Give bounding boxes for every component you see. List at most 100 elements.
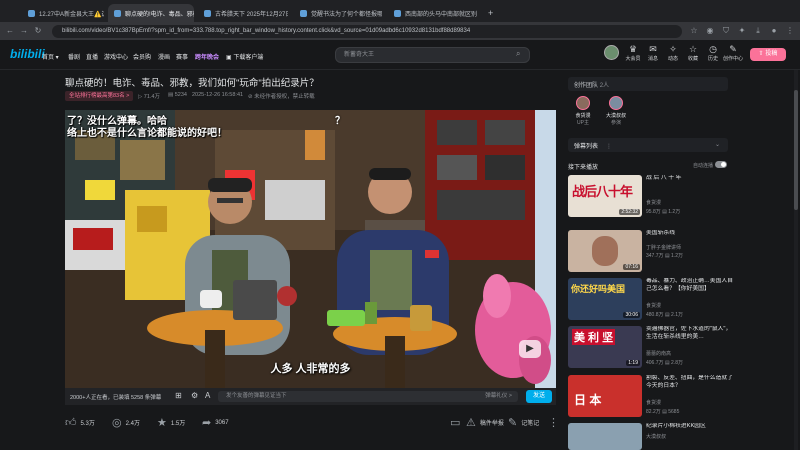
list-item[interactable]: 你还好吗美国 30:06 毒品、暴力、政治正确…美国人自己怎么看？【你好美国】 … — [568, 278, 733, 320]
crew-member[interactable]: 大漠叔叔 参演 — [603, 96, 629, 126]
upload-button[interactable]: ⇧ 投稿 — [750, 48, 786, 61]
danmaku-toggle-icon[interactable]: ⊞ — [175, 391, 182, 400]
dynamic-icon: ✧ — [669, 44, 677, 54]
crew-member[interactable]: 食货漫 UP主 — [570, 96, 596, 126]
view-count: ▷ 71.4万 — [138, 94, 160, 100]
coin-icon: ◎ — [112, 417, 122, 429]
download-icon[interactable]: ⤓ — [752, 25, 764, 37]
coin-button[interactable]: ◎ 2.4万 — [112, 416, 140, 429]
danmaku-list-header[interactable]: 弹幕列表 ⋮ ⌄ — [568, 138, 728, 152]
video-title: 战 后 八 十 年 — [646, 175, 682, 181]
nav-live[interactable]: 直播 — [86, 52, 98, 61]
danmaku-line: ？ — [335, 116, 345, 127]
video-title: 纪录片小棉袄进KK园区 — [646, 423, 706, 429]
danmaku-count: ▤ 5234 — [168, 92, 187, 98]
video-frame — [65, 110, 556, 388]
browser-tab[interactable]: 古希腊天下 2025年12月27日…× — [198, 4, 288, 22]
favorite-button[interactable]: ★ 1.5万 — [157, 416, 185, 429]
list-item[interactable]: 纪录片小棉袄进KK园区 大漠叔叔 — [568, 423, 733, 450]
video-title: 毒品、暴力、政治正确…美国人自己怎么看？【你好美国】 — [646, 278, 733, 292]
header-vip[interactable]: ♛ 大会员 — [622, 44, 644, 62]
list-item[interactable]: 美 利 坚 1:19 卖遍佛器官，佐下水道的"鼠人"，生活在斩杀线里的美… 蕾蕾… — [568, 326, 733, 368]
danmaku-more-icon[interactable]: ⋮ — [606, 144, 612, 150]
puzzle-icon[interactable]: ✦ — [736, 25, 748, 37]
nav-home[interactable]: 首页 ▾ — [42, 52, 59, 61]
video-stats: 480.8万 ▤ 2.1万 — [646, 312, 683, 318]
video-title: 聊点硬的！电诈、毒品、邪教，我们如何"玩命"拍出纪录片？ — [65, 78, 319, 89]
autoplay-label: 自动连播 — [693, 163, 714, 169]
share-icon: ➦ — [202, 417, 212, 429]
browser-tab[interactable]: 12.27中A新金县大王⚠️这是说…× — [22, 4, 104, 22]
header-creator[interactable]: ✎ 创作中心 — [722, 44, 744, 62]
uploader: 食货漫 — [646, 200, 662, 206]
note-icon: ✎ — [508, 417, 518, 429]
new-tab-button[interactable]: + — [482, 4, 496, 22]
header-dynamic[interactable]: ✧ 动态 — [662, 44, 684, 62]
report-button[interactable]: ⚠ 稿件举报 — [466, 416, 504, 429]
browser-tab[interactable]: 觉醒书法为了何个都怪报哪朝代…× — [294, 4, 382, 22]
favicon — [204, 9, 211, 17]
video-subtitle: 人多 人非常的多 — [270, 363, 351, 375]
more-button[interactable]: ⋮ — [548, 416, 559, 429]
profile-icon[interactable]: ● — [768, 25, 780, 37]
forward-icon[interactable]: → — [18, 25, 30, 37]
header-favorite[interactable]: ☆ 收藏 — [682, 44, 704, 62]
reload-icon[interactable]: ↻ — [32, 25, 44, 37]
favicon — [114, 9, 121, 17]
chevron-down-icon[interactable]: ⌄ — [715, 141, 720, 148]
search-input[interactable]: 新蓄奇大王 — [335, 47, 530, 63]
address-bar[interactable]: bilibili.com/video/BV1c387BpEmf/?spm_id_… — [52, 25, 682, 38]
search-icon[interactable]: ⌕ — [516, 49, 520, 59]
bilibili-logo[interactable]: bilibili — [10, 47, 45, 61]
shield-icon[interactable]: ⛉ — [720, 25, 732, 37]
vip-icon: ♛ — [628, 44, 638, 54]
danmaku-settings-icon[interactable]: ⚙ — [191, 391, 198, 400]
nav-manga[interactable]: 漫画 — [158, 52, 170, 61]
browser-tab-active[interactable]: 聊点硬的!电诈、毒品、邪教…× — [108, 4, 194, 22]
video-thumbnail: 美 利 坚 1:19 — [568, 326, 642, 368]
header-history[interactable]: ◷ 历史 — [702, 44, 724, 62]
copyright-notice: ⊘ 未经作者授权，禁止转载 — [248, 94, 315, 100]
rank-badge[interactable]: 全站排行榜最高第83名 > — [65, 91, 134, 101]
tv-icon: ▭ — [450, 417, 461, 429]
favicon — [300, 9, 307, 17]
bookmark-star-icon[interactable]: ☆ — [688, 25, 700, 37]
list-item[interactable]: 07:16 美国斩杀线 丁胖子金牌讲师 347.7万 ▤ 1.2万 — [568, 230, 733, 272]
report-icon: ⚠ — [466, 417, 476, 429]
nav-new-year-gala[interactable]: 跨年晚会 — [195, 52, 219, 61]
scrollbar-thumb[interactable] — [794, 90, 798, 210]
danmaku-line: 络上也不是什么言论都能说的好吧！ — [67, 128, 227, 139]
avatar — [609, 96, 623, 110]
nav-esports[interactable]: 赛事 — [176, 52, 188, 61]
nav-download-client[interactable]: ▣ 下载客户端 — [226, 52, 263, 61]
list-item[interactable]: 日 本 割裂、反差、扭曲，是什么造就了今天的日本？ 食货漫 82.2万 ▤ 56… — [568, 375, 733, 417]
message-icon: ✉ — [649, 44, 657, 54]
danmaku-etiquette-link[interactable]: 弹幕礼仪 > — [485, 391, 512, 402]
extension-icon[interactable]: ◉ — [704, 25, 716, 37]
video-title: 割裂、反差、扭曲，是什么造就了今天的日本？ — [646, 375, 733, 389]
like-button[interactable]: 👍︎ 5.3万 — [65, 416, 95, 429]
nav-mall[interactable]: 会员购 — [133, 52, 151, 61]
nav-anime[interactable]: 番剧 — [68, 52, 80, 61]
send-danmaku-button[interactable]: 发送 — [526, 390, 552, 403]
uploader: 食货漫 — [646, 303, 662, 309]
list-item[interactable]: 战后八十年 2:52:32 战 后 八 十 年 食货漫 95.8万 ▤ 1.2万 — [568, 175, 733, 217]
more-icon: ⋮ — [548, 417, 559, 429]
autoplay-toggle[interactable] — [715, 161, 727, 168]
video-player[interactable]: 了？没什么弹幕。哈哈 络上也不是什么言论都能说的好吧！ ？ 人多 人非常的多 ▶ — [65, 110, 556, 388]
note-button[interactable]: ✎ 记笔记 — [508, 416, 539, 429]
share-button[interactable]: ➦ 3067 — [202, 416, 229, 429]
nav-game-center[interactable]: 游戏中心 — [104, 52, 128, 61]
back-icon[interactable]: ← — [4, 25, 16, 37]
menu-icon[interactable]: ⋮ — [784, 25, 796, 37]
tv-button[interactable]: ▭ — [450, 416, 460, 429]
browser-tab[interactable]: 西南部的头马中南部就区别【3…× — [388, 4, 480, 22]
danmaku-input[interactable]: 发个友善的弹幕见证当下 弹幕礼仪 > — [218, 391, 518, 402]
play-icon[interactable]: ▶ — [519, 340, 541, 358]
user-avatar[interactable] — [604, 45, 619, 60]
video-thumbnail: 日 本 — [568, 375, 642, 417]
header-message[interactable]: ✉ 消息 — [642, 44, 664, 62]
video-stats: 347.7万 ▤ 1.2万 — [646, 253, 683, 259]
danmaku-style-icon[interactable]: A — [205, 391, 210, 400]
creator-icon: ✎ — [729, 44, 737, 54]
